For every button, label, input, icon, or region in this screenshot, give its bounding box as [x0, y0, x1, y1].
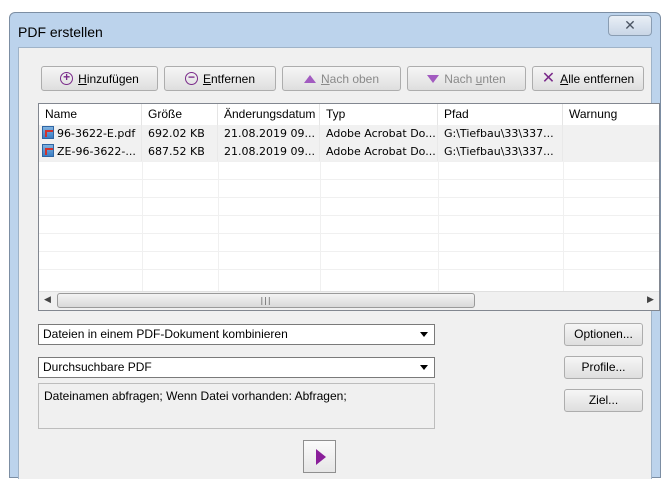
column-header-modified[interactable]: Änderungsdatum — [218, 104, 320, 125]
empty-row — [39, 251, 659, 270]
file-name: 96-3622-E.pdf — [57, 127, 136, 140]
column-header-warning[interactable]: Warnung — [563, 104, 659, 125]
close-icon: ✕ — [624, 17, 636, 33]
file-list-rows: 96-3622-E.pdf 692.02 KB 21.08.2019 09...… — [39, 125, 659, 291]
profile-select[interactable]: Durchsuchbare PDF — [38, 357, 435, 378]
dropdown-arrow-icon — [420, 365, 428, 370]
window-title: PDF erstellen — [18, 24, 103, 40]
dropdown-arrow-icon — [420, 332, 428, 337]
file-list[interactable]: Name Größe Änderungsdatum Typ Pfad Warnu… — [38, 103, 660, 311]
empty-row — [39, 161, 659, 180]
file-warning — [563, 125, 659, 143]
file-list-header: Name Größe Änderungsdatum Typ Pfad Warnu… — [39, 104, 659, 126]
scroll-right-arrow-icon[interactable]: ▶ — [642, 292, 659, 309]
file-type: Adobe Acrobat Do... — [320, 143, 438, 161]
remove-all-button[interactable]: ✕ Alle entfernen — [532, 66, 644, 91]
grid-line — [320, 161, 321, 291]
move-down-button-label: Nach unten — [444, 71, 506, 86]
profiles-button[interactable]: Profile... — [564, 356, 643, 379]
file-name: ZE-96-3622-... — [57, 145, 136, 158]
arrow-up-icon — [303, 74, 316, 83]
close-button[interactable]: ✕ — [608, 15, 652, 36]
file-size: 692.02 KB — [142, 125, 218, 143]
empty-row — [39, 215, 659, 234]
remove-button[interactable]: − Entfernen — [164, 66, 276, 91]
start-button[interactable] — [303, 440, 336, 473]
arrow-down-icon — [427, 74, 440, 83]
options-button[interactable]: Optionen... — [564, 323, 643, 346]
profile-value: Durchsuchbare PDF — [43, 360, 152, 374]
move-down-button[interactable]: Nach unten — [407, 66, 526, 91]
file-modified: 21.08.2019 09... — [218, 143, 320, 161]
empty-row — [39, 269, 659, 287]
minus-circle-icon: − — [184, 71, 198, 85]
move-up-button-label: Nach oben — [320, 71, 380, 86]
remove-button-label: Entfernen — [202, 71, 256, 86]
scroll-grip: ||| — [260, 296, 272, 305]
combine-mode-value: Dateien in einem PDF-Dokument kombiniere… — [43, 327, 288, 341]
scroll-left-arrow-icon[interactable]: ◀ — [39, 292, 56, 309]
horizontal-scrollbar[interactable]: ◀ ||| ▶ — [39, 291, 659, 310]
grid-line — [563, 161, 564, 291]
title-bar: PDF erstellen ✕ — [10, 13, 660, 47]
table-row[interactable]: ZE-96-3622-... 687.52 KB 21.08.2019 09..… — [39, 143, 659, 162]
file-warning — [563, 143, 659, 161]
file-name-cell: ZE-96-3622-... — [39, 143, 142, 161]
dialog-client-area: + Hinzufügen − Entfernen Nach oben Nach … — [18, 47, 660, 479]
column-header-name[interactable]: Name — [39, 104, 142, 125]
x-icon: ✕ — [541, 69, 556, 87]
file-name-cell: 96-3622-E.pdf — [39, 125, 142, 143]
plus-circle-icon: + — [60, 71, 74, 85]
grid-line — [218, 161, 219, 291]
grid-line — [438, 161, 439, 291]
file-path: G:\Tiefbau\33\337... — [438, 125, 563, 143]
empty-row — [39, 197, 659, 216]
scroll-thumb[interactable]: ||| — [57, 293, 475, 308]
add-button[interactable]: + Hinzufügen — [41, 66, 158, 91]
pdf-file-icon — [42, 126, 54, 139]
add-button-label: Hinzufügen — [78, 71, 139, 86]
grid-line — [142, 161, 143, 291]
move-up-button[interactable]: Nach oben — [282, 66, 401, 91]
file-size: 687.52 KB — [142, 143, 218, 161]
target-button[interactable]: Ziel... — [564, 389, 643, 412]
empty-row — [39, 233, 659, 252]
column-header-type[interactable]: Typ — [320, 104, 438, 125]
play-icon — [316, 449, 326, 465]
table-row[interactable]: 96-3622-E.pdf 692.02 KB 21.08.2019 09...… — [39, 125, 659, 144]
combine-mode-select[interactable]: Dateien in einem PDF-Dokument kombiniere… — [38, 324, 435, 345]
remove-all-button-label: Alle entfernen — [560, 71, 635, 86]
column-header-path[interactable]: Pfad — [438, 104, 563, 125]
dialog-window: PDF erstellen ✕ + Hinzufügen − Entfernen… — [9, 12, 661, 479]
file-type: Adobe Acrobat Do... — [320, 125, 438, 143]
column-header-size[interactable]: Größe — [142, 104, 218, 125]
file-modified: 21.08.2019 09... — [218, 125, 320, 143]
file-path: G:\Tiefbau\33\337... — [438, 143, 563, 161]
empty-row — [39, 179, 659, 198]
settings-summary-text: Dateinamen abfragen; Wenn Datei vorhande… — [44, 389, 347, 403]
pdf-file-icon — [42, 144, 54, 157]
settings-summary: Dateinamen abfragen; Wenn Datei vorhande… — [38, 383, 435, 429]
